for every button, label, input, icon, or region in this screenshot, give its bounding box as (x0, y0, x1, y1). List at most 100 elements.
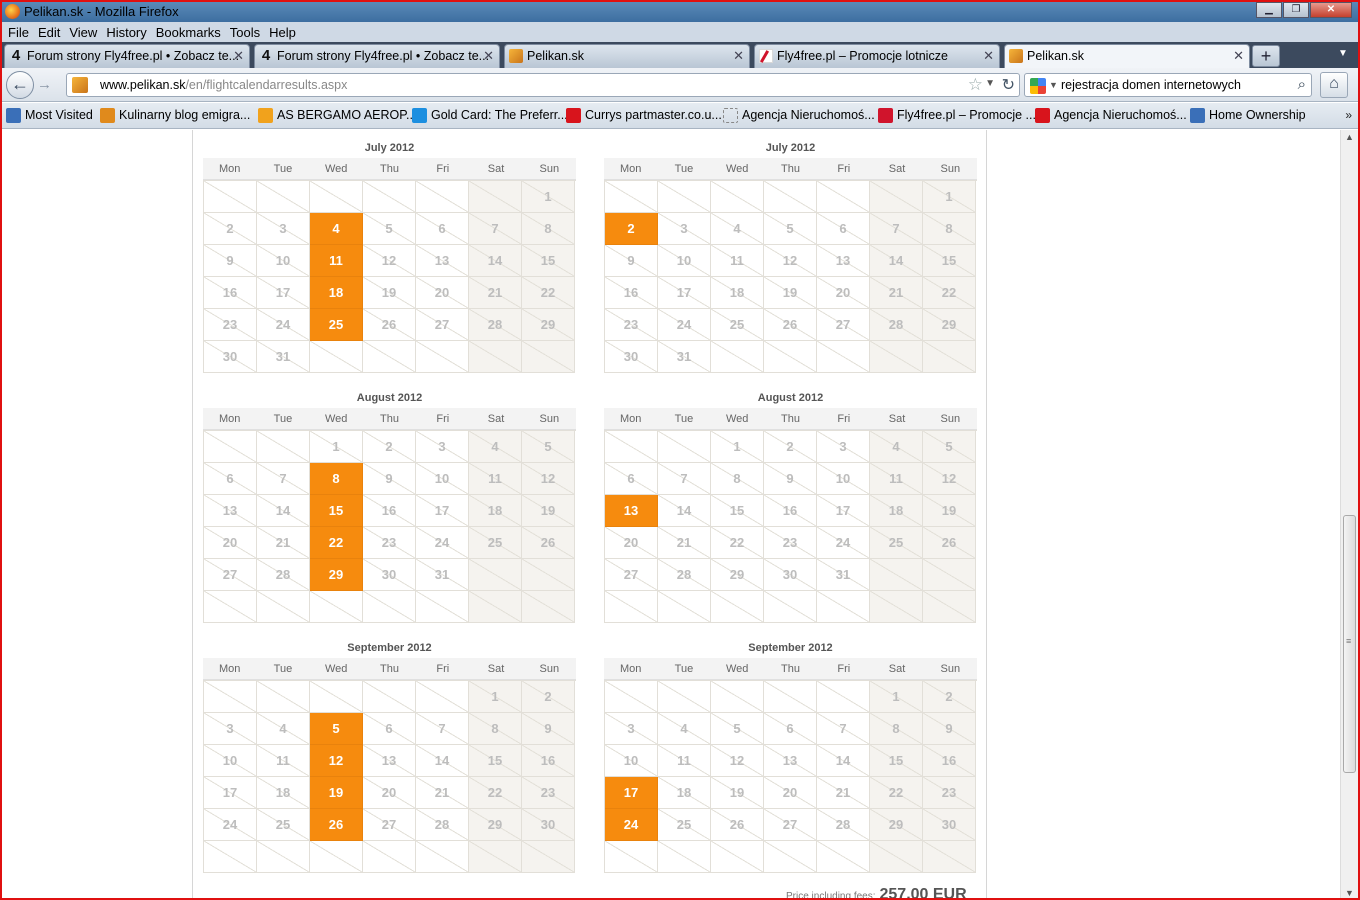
calendar-day: 28 (416, 809, 469, 841)
tab-fly4free[interactable]: Fly4free.pl – Promocje lotnicze ✕ (754, 44, 1000, 68)
search-input[interactable]: rejestracja domen internetowych (1061, 78, 1241, 92)
close-tab-icon[interactable]: ✕ (1233, 45, 1244, 67)
engine-dropdown-icon[interactable]: ▼ (1049, 80, 1058, 90)
close-tab-icon[interactable]: ✕ (233, 45, 244, 67)
tab-pelikan-1[interactable]: Pelikan.sk ✕ (504, 44, 750, 68)
available-flight-day[interactable]: 24 (605, 809, 658, 841)
weekday-label: Wed (324, 163, 348, 175)
home-button[interactable]: ⌂ (1320, 72, 1348, 98)
calendar-day: 16 (923, 745, 976, 777)
calendar-day: 29 (469, 809, 522, 841)
search-bar[interactable]: ▼ rejestracja domen internetowych ⌕ (1024, 73, 1312, 97)
url-history-dropdown-icon[interactable]: ▼ (985, 78, 995, 89)
minimize-button[interactable]: ▁ (1256, 2, 1282, 18)
tab-fly4free-forum-2[interactable]: 4 Forum strony Fly4free.pl • Zobacz te..… (254, 44, 500, 68)
calendar-day: 30 (204, 341, 257, 373)
weekday-header: Mon Tue Wed Thu Fri Sat Sun (203, 158, 576, 180)
google-engine-icon[interactable] (1030, 78, 1046, 94)
weekday-label: Thu (781, 163, 800, 175)
calendar-day: 9 (204, 245, 257, 277)
scroll-thumb[interactable]: ≡ (1343, 515, 1356, 773)
maximize-button[interactable]: ❐ (1283, 2, 1309, 18)
tab-pelikan-active[interactable]: Pelikan.sk ✕ (1004, 44, 1250, 68)
available-flight-day[interactable]: 8 (310, 463, 363, 495)
reload-icon[interactable]: ↻ (1002, 75, 1015, 95)
calendar-day: 5 (923, 431, 976, 463)
forward-button[interactable]: → (37, 76, 52, 93)
available-flight-day[interactable]: 22 (310, 527, 363, 559)
menu-file[interactable]: File (8, 25, 29, 40)
menu-view[interactable]: View (69, 25, 97, 40)
available-flight-day[interactable]: 11 (310, 245, 363, 277)
back-button[interactable]: ← (6, 71, 34, 99)
bookmark-currys[interactable]: Currys partmaster.co.u... (566, 108, 722, 123)
available-flight-day[interactable]: 26 (310, 809, 363, 841)
calendar-day: 30 (764, 559, 817, 591)
calendar-day: 22 (870, 777, 923, 809)
menu-edit[interactable]: Edit (38, 25, 60, 40)
bookmark-fly4free[interactable]: Fly4free.pl – Promocje ... (878, 108, 1036, 123)
available-flight-day[interactable]: 29 (310, 559, 363, 591)
url-bar[interactable]: www.pelikan.sk/en/flightcalendarresults.… (66, 73, 1020, 97)
available-flight-day[interactable]: 5 (310, 713, 363, 745)
new-tab-button[interactable]: + (1252, 45, 1280, 67)
calendar-day: 25 (658, 809, 711, 841)
calendar-day: 3 (416, 431, 469, 463)
available-flight-day[interactable]: 17 (605, 777, 658, 809)
bookmark-agencja-2[interactable]: Agencja Nieruchomoś... (1035, 108, 1187, 123)
blank-page-icon (723, 108, 738, 123)
bookmarks-overflow-icon[interactable]: » (1345, 108, 1352, 122)
search-icon[interactable]: ⌕ (1298, 76, 1306, 93)
available-flight-day[interactable]: 4 (310, 213, 363, 245)
tab-fly4free-forum-1[interactable]: 4 Forum strony Fly4free.pl • Zobacz te..… (4, 44, 250, 68)
calendar-day: 29 (923, 309, 976, 341)
navigation-toolbar: ← → www.pelikan.sk/en/flightcalendarresu… (2, 68, 1358, 102)
weekday-label: Tue (674, 413, 694, 425)
available-flight-day[interactable]: 19 (310, 777, 363, 809)
calendar-day: 27 (416, 309, 469, 341)
calendar-day: 22 (711, 527, 764, 559)
calendar-day: 12 (764, 245, 817, 277)
bookmark-gold-card[interactable]: Gold Card: The Preferr... (412, 108, 568, 123)
calendar-grid: 1 2 3 4 5 6 7 8 9 10 11 12 13 14 15 16 17 18 19 20 21 22 23 24 2… (604, 430, 977, 623)
calendar-day: 2 (363, 431, 416, 463)
weekday-label: Wed (725, 163, 749, 175)
close-tab-icon[interactable]: ✕ (983, 45, 994, 67)
bookmark-home-ownership[interactable]: Home Ownership (1190, 108, 1306, 123)
bookmark-star-icon[interactable]: ☆ (968, 75, 983, 95)
site-identity-icon[interactable] (72, 77, 88, 93)
dollar-icon (1190, 108, 1205, 123)
weekday-label: Sat (487, 413, 505, 425)
menu-tools[interactable]: Tools (230, 25, 260, 40)
weekday-label: Thu (781, 663, 800, 675)
bookmark-most-visited[interactable]: Most Visited (6, 108, 93, 123)
close-tab-icon[interactable]: ✕ (733, 45, 744, 67)
list-all-tabs-icon[interactable]: ▼ (1338, 48, 1348, 59)
empty-day-cell (310, 841, 363, 873)
close-tab-icon[interactable]: ✕ (483, 45, 494, 67)
menu-help[interactable]: Help (269, 25, 296, 40)
weekday-label: Thu (781, 413, 800, 425)
calendar-day: 24 (817, 527, 870, 559)
available-flight-day[interactable]: 12 (310, 745, 363, 777)
available-flight-day[interactable]: 18 (310, 277, 363, 309)
weekday-label: Fri (837, 663, 851, 675)
bookmark-agencja-1[interactable]: Agencja Nieruchomoś... (723, 108, 875, 123)
url-text[interactable]: www.pelikan.sk/en/flightcalendarresults.… (100, 78, 347, 92)
available-flight-day[interactable]: 25 (310, 309, 363, 341)
scroll-down-icon[interactable]: ▼ (1345, 888, 1354, 898)
menu-bookmarks[interactable]: Bookmarks (156, 25, 221, 40)
available-flight-day[interactable]: 15 (310, 495, 363, 527)
empty-day-cell (658, 841, 711, 873)
empty-day-cell (764, 181, 817, 213)
vertical-scrollbar[interactable]: ▲ ≡ ▼ (1340, 130, 1358, 898)
available-flight-day[interactable]: 2 (605, 213, 658, 245)
available-flight-day[interactable]: 13 (605, 495, 658, 527)
calendar-day: 1 (923, 181, 976, 213)
empty-day-cell (923, 341, 976, 373)
menu-history[interactable]: History (106, 25, 146, 40)
scroll-up-icon[interactable]: ▲ (1345, 132, 1354, 142)
close-window-button[interactable]: ✕ (1310, 2, 1352, 18)
bookmark-kulinarny-blog[interactable]: Kulinarny blog emigra... (100, 108, 250, 123)
bookmark-as-bergamo[interactable]: AS BERGAMO AEROP... (258, 108, 416, 123)
